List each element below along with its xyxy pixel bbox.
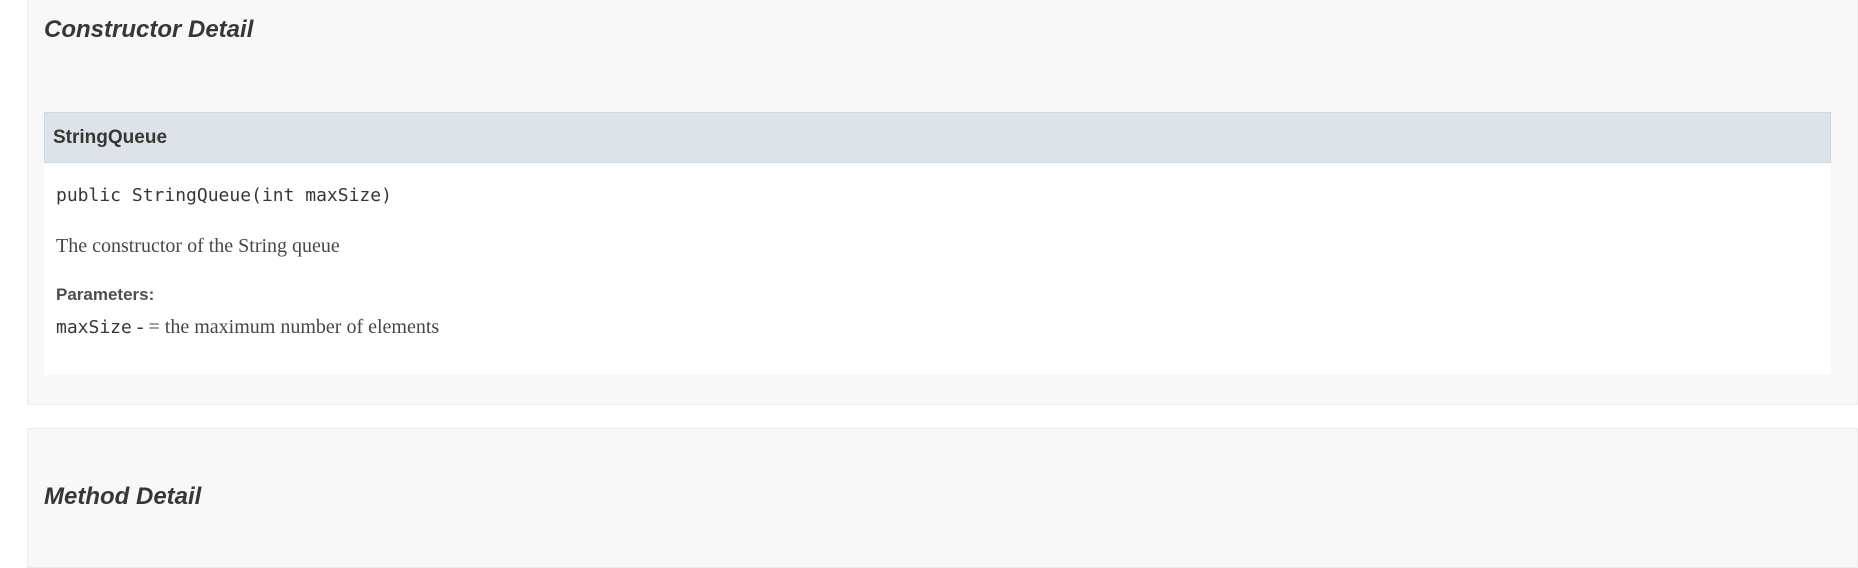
- member-signature: public StringQueue(int maxSize): [56, 185, 392, 206]
- parameters-label: Parameters:: [56, 285, 155, 304]
- parameter-separator: -: [131, 316, 149, 338]
- parameter-name: maxSize: [56, 317, 132, 338]
- section-title: Constructor Detail: [44, 16, 254, 43]
- constructor-member: StringQueue public StringQueue(int maxSi…: [44, 112, 1831, 375]
- member-description: The constructor of the String queue: [56, 235, 340, 257]
- parameter-description: = the maximum number of elements: [148, 316, 440, 338]
- constructor-detail-section: Constructor Detail StringQueue public St…: [27, 0, 1858, 405]
- section-title: Method Detail: [44, 483, 202, 510]
- member-header: StringQueue: [44, 112, 1831, 163]
- parameter-item: maxSize - = the maximum number of elemen…: [56, 316, 439, 339]
- method-detail-section: Method Detail: [27, 428, 1858, 568]
- member-name: StringQueue: [53, 126, 168, 148]
